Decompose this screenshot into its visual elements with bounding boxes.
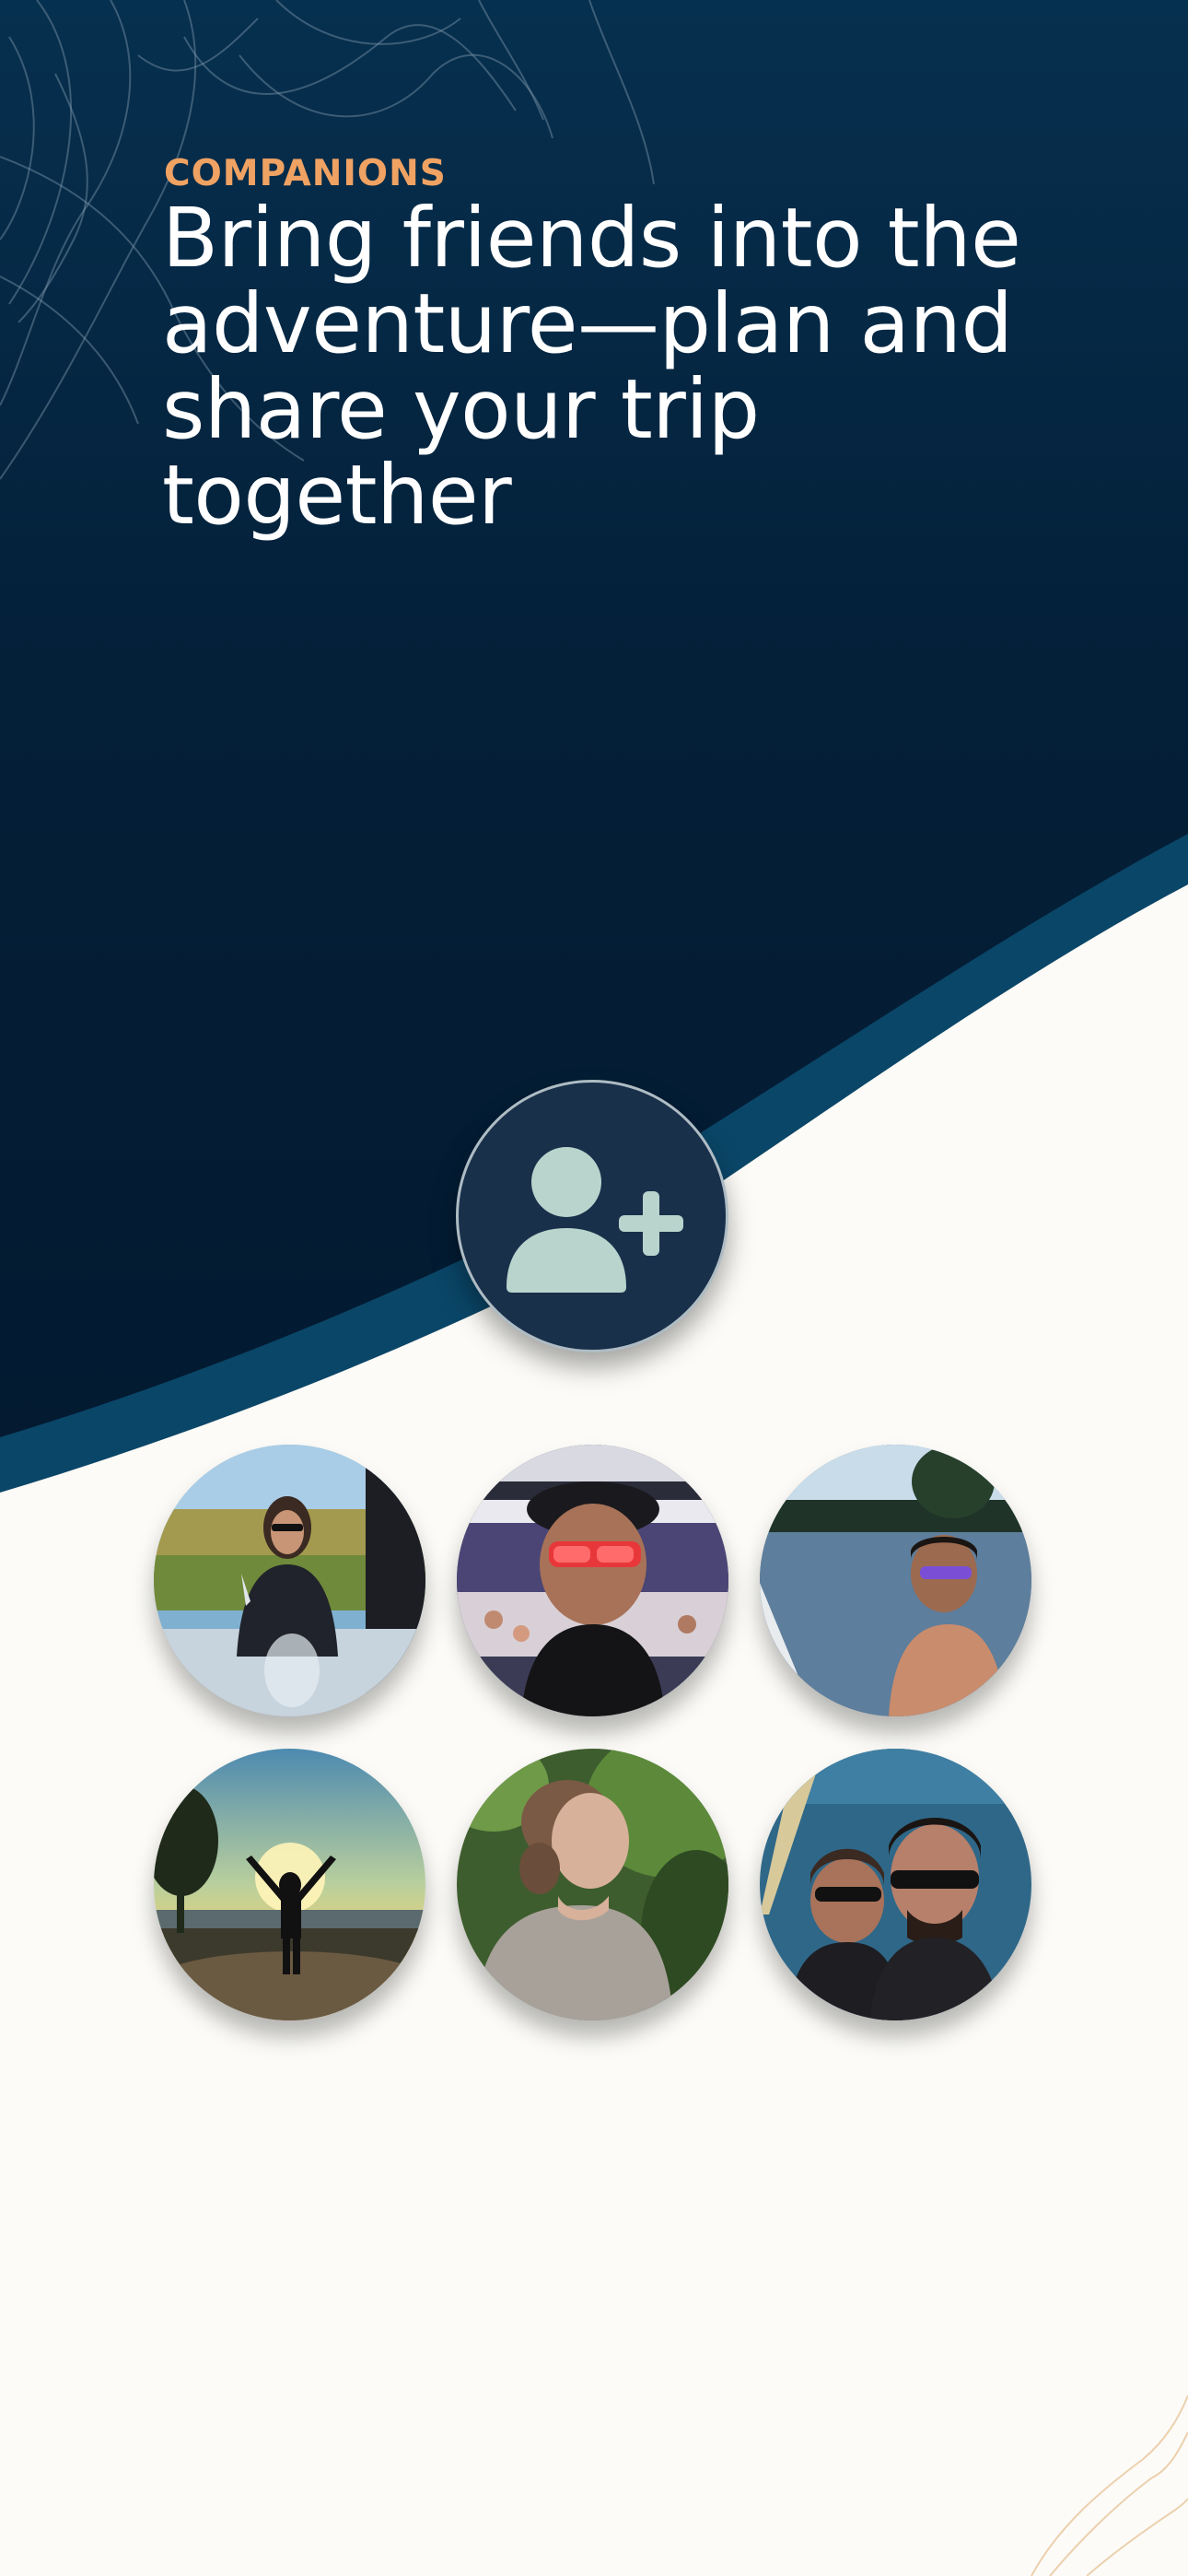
companion-avatar[interactable] bbox=[154, 1749, 425, 2020]
companion-avatar[interactable] bbox=[457, 1445, 728, 1716]
companion-avatar[interactable] bbox=[457, 1749, 728, 2020]
companion-avatars-grid bbox=[154, 1445, 1036, 2025]
add-companion-button[interactable] bbox=[456, 1080, 728, 1352]
companion-photo-4 bbox=[154, 1749, 425, 2020]
companion-photo-1 bbox=[154, 1445, 425, 1716]
section-eyebrow: COMPANIONS bbox=[164, 153, 447, 194]
companion-photo-2 bbox=[457, 1445, 728, 1716]
companion-avatar[interactable] bbox=[760, 1445, 1031, 1716]
companion-photo-6 bbox=[760, 1749, 1031, 2020]
add-user-icon bbox=[507, 1147, 683, 1293]
companion-avatar[interactable] bbox=[154, 1445, 425, 1716]
companion-avatar[interactable] bbox=[760, 1749, 1031, 2020]
companion-photo-5 bbox=[457, 1749, 728, 2020]
page-title: Bring friends into the adventure—plan an… bbox=[162, 190, 1021, 543]
companion-photo-3 bbox=[760, 1445, 1031, 1716]
